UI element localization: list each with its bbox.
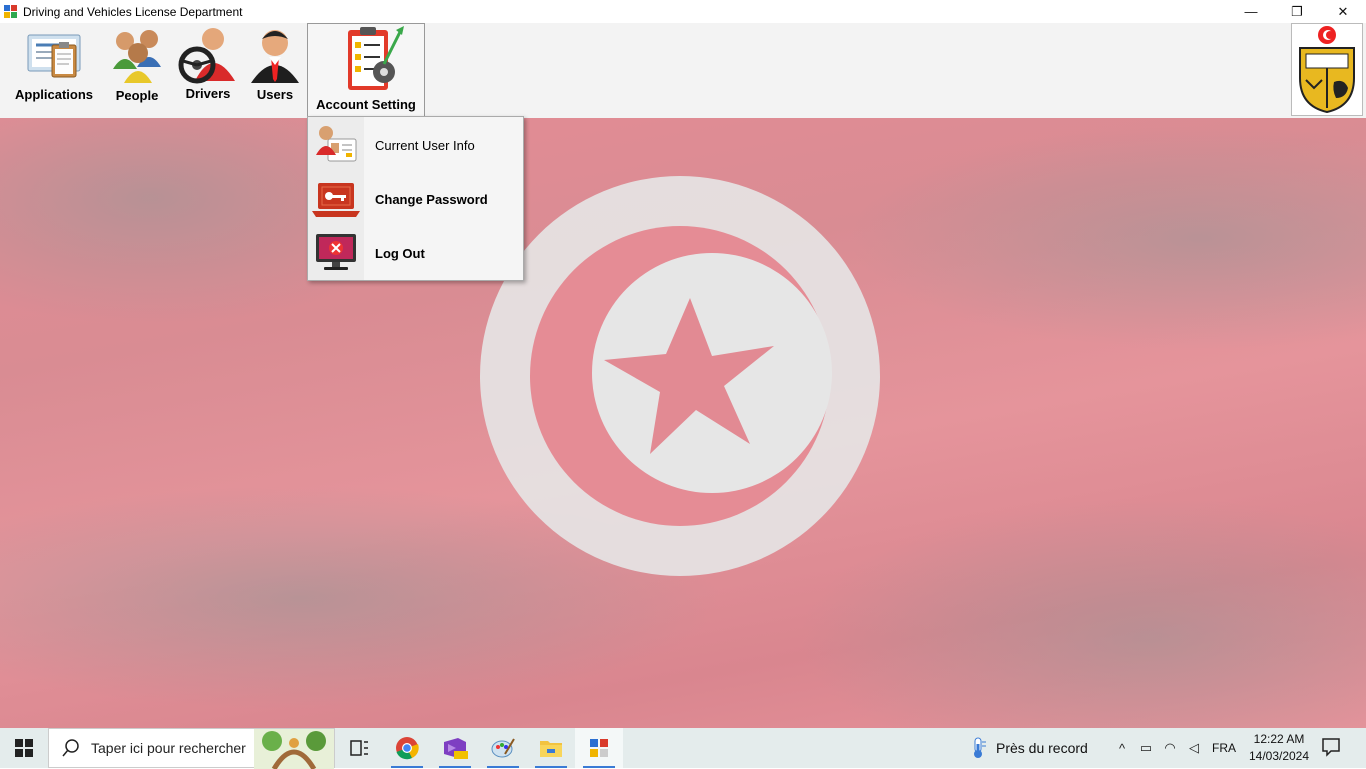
driver-steering-icon <box>178 28 235 84</box>
taskbar-dvld-app[interactable] <box>575 728 623 768</box>
start-button[interactable] <box>0 728 48 768</box>
clock-date: 14/03/2024 <box>1248 749 1310 763</box>
people-group-icon <box>113 30 161 83</box>
title-bar: Driving and Vehicles License Department … <box>0 0 1366 23</box>
app-icon <box>4 5 17 18</box>
account-setting-checklist-icon <box>348 26 404 90</box>
dropdown-item-label: Log Out <box>375 245 425 261</box>
menu-applications[interactable]: Applications <box>10 23 98 102</box>
laptop-key-icon <box>312 183 360 217</box>
menu-account-setting[interactable]: Account Setting <box>307 23 425 118</box>
minimize-button[interactable]: — <box>1228 0 1274 23</box>
tunisia-coat-of-arms-icon <box>1291 23 1363 116</box>
windows-logo-icon <box>15 739 33 757</box>
clock-time: 12:22 AM <box>1253 732 1305 746</box>
taskbar-search-box[interactable]: Taper ici pour rechercher <box>48 728 335 769</box>
chrome-icon <box>396 737 419 760</box>
dvld-app-icon <box>590 739 608 757</box>
window-controls: — ❐ ✕ <box>1228 0 1366 23</box>
menu-drivers[interactable]: Drivers <box>176 23 240 101</box>
wifi-icon[interactable]: ◠ <box>1158 740 1182 756</box>
menu-label: Users <box>256 87 294 102</box>
applications-clipboard-icon <box>27 34 81 78</box>
volume-icon[interactable]: ◁ <box>1182 740 1206 756</box>
dropdown-item-label: Change Password <box>375 191 488 207</box>
menu-log-out[interactable]: Log Out <box>308 226 523 280</box>
task-view-button[interactable] <box>335 728 383 768</box>
system-tray: ^ ▭ ◠ ◁ FRA <box>1110 728 1236 768</box>
background-flag <box>0 118 1366 728</box>
notification-center-button[interactable] <box>1320 736 1344 760</box>
battery-plug-icon[interactable]: ▭ <box>1134 740 1158 756</box>
taskbar-clock[interactable]: 12:22 AM 14/03/2024 <box>1246 731 1312 765</box>
taskbar-paint[interactable] <box>479 728 527 768</box>
menu-label: People <box>115 88 159 103</box>
thermometer-icon <box>974 737 986 758</box>
dropdown-item-label: Current User Info <box>375 137 475 153</box>
menu-label: Account Setting <box>316 97 416 112</box>
menu-users[interactable]: Users <box>246 23 304 102</box>
window-title: Driving and Vehicles License Department <box>23 4 243 19</box>
account-setting-dropdown: Current User Info Change Password Log Ou… <box>307 116 524 281</box>
menu-label: Drivers <box>185 86 231 101</box>
menu-people[interactable]: People <box>106 23 168 103</box>
weather-widget[interactable]: Près du record <box>968 728 1088 768</box>
taskbar-visual-studio[interactable] <box>431 728 479 768</box>
menu-label: Applications <box>14 87 93 102</box>
search-icon <box>62 739 79 757</box>
menu-current-user-info[interactable]: Current User Info <box>308 118 523 172</box>
user-id-card-icon <box>316 126 357 162</box>
search-highlight-illustration-icon <box>254 729 334 769</box>
paint-palette-icon <box>491 738 515 758</box>
search-placeholder: Taper ici pour rechercher <box>91 740 246 756</box>
taskbar: Taper ici pour rechercher Près du record… <box>0 728 1366 769</box>
input-language[interactable]: FRA <box>1212 741 1236 755</box>
weather-text: Près du record <box>996 740 1088 756</box>
tunisian-flag-emblem <box>480 176 880 576</box>
notification-icon <box>1322 738 1340 757</box>
visual-studio-preview-icon <box>444 738 468 759</box>
folder-icon <box>540 741 562 757</box>
close-button[interactable]: ✕ <box>1320 0 1366 23</box>
user-businessman-icon <box>251 30 299 83</box>
taskbar-chrome[interactable] <box>383 728 431 768</box>
chevron-up-icon[interactable]: ^ <box>1110 741 1134 756</box>
main-menu-bar: Applications People Drivers Users Accoun… <box>0 23 1366 118</box>
task-view-icon <box>350 740 368 756</box>
menu-change-password[interactable]: Change Password <box>308 172 523 226</box>
monitor-close-icon <box>316 234 356 270</box>
taskbar-file-explorer[interactable] <box>527 728 575 768</box>
restore-button[interactable]: ❐ <box>1274 0 1320 23</box>
